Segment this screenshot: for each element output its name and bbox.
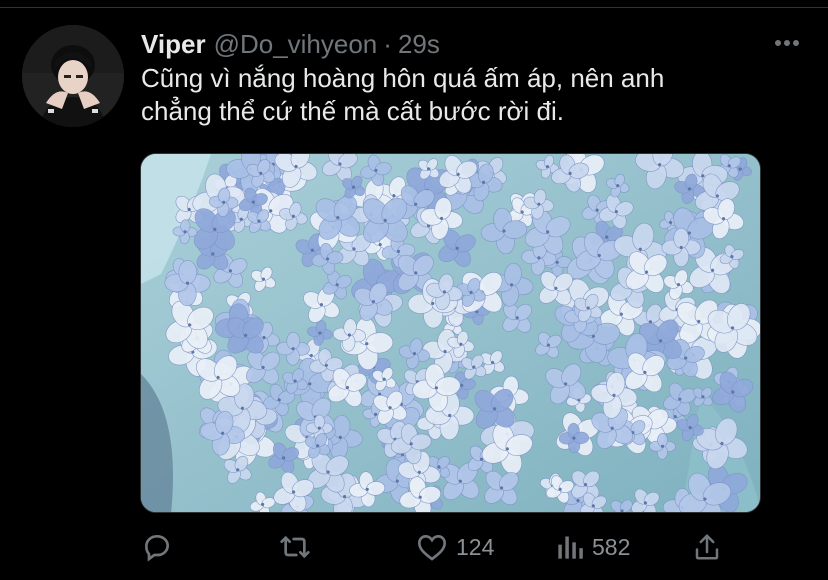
like-button[interactable]: 124 [416,526,494,568]
tweet-header: Viper @Do_vihyeon · 29s [141,28,440,60]
tweet-text-line-2: chẳng thể cứ thế mà cất bước rời đi. [141,96,564,126]
like-count: 124 [456,533,495,560]
retweet-icon [280,536,310,558]
analytics-icon [558,536,583,559]
tweet-text-line-1: Cũng vì nắng hoàng hôn quá ấm áp, nên an… [141,63,665,93]
tweet-text: Cũng vì nắng hoàng hôn quá ấm áp, nên an… [141,62,791,128]
share-icon [695,534,719,560]
top-divider [0,0,828,8]
more-options-button[interactable] [772,30,802,56]
heart-icon [417,534,447,561]
retweet-button[interactable] [277,526,313,568]
tweet-timestamp[interactable]: 29s [398,28,440,60]
view-count: 582 [592,533,631,560]
share-button[interactable] [692,526,722,568]
more-horizontal-icon [775,40,799,46]
header-separator: · [383,29,392,59]
reply-icon [144,534,170,562]
views-button[interactable]: 582 [556,526,630,568]
author-name[interactable]: Viper [141,28,206,60]
author-handle[interactable]: @Do_vihyeon [214,28,378,60]
reply-button[interactable] [141,526,173,568]
tweet-actions-bar: 124 582 [0,526,828,568]
avatar[interactable] [22,25,124,127]
tweet-media-photo[interactable] [140,153,761,513]
